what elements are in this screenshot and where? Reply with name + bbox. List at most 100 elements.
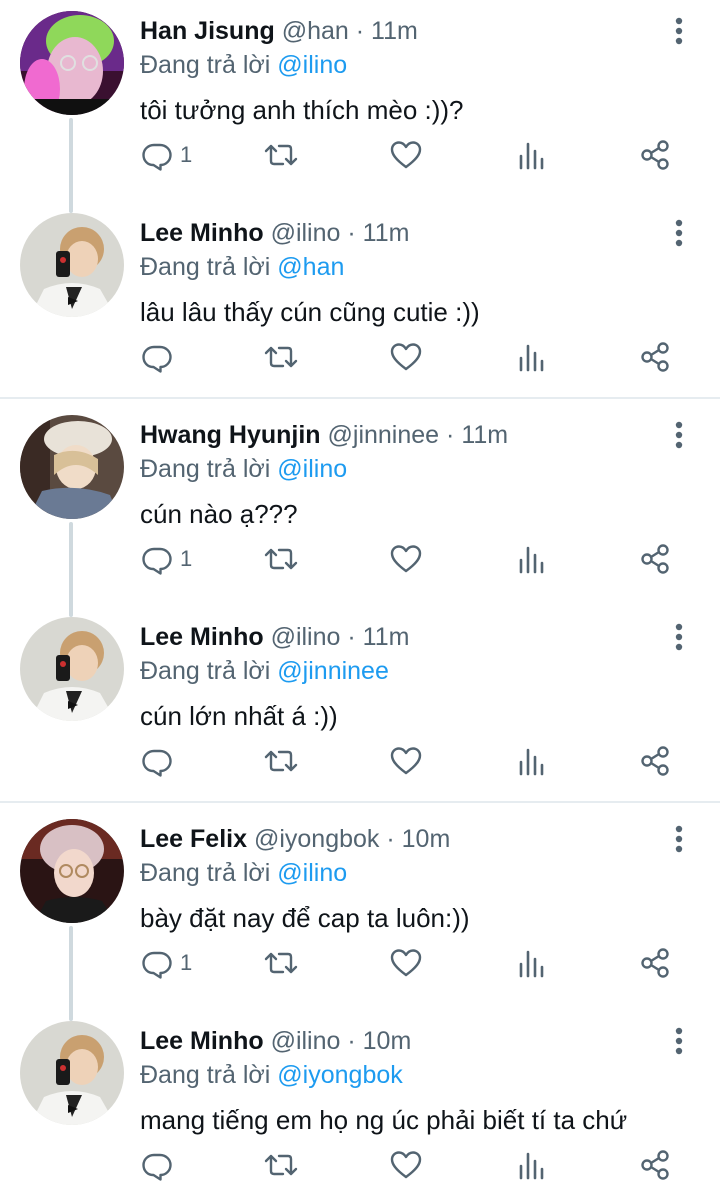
reply-icon: [140, 1148, 174, 1182]
timestamp[interactable]: 10m: [363, 1027, 412, 1055]
avatar[interactable]: [20, 819, 124, 923]
mention-link[interactable]: @han: [277, 253, 344, 281]
timestamp[interactable]: 11m: [371, 17, 418, 45]
replying-to-label: Đang trả lời: [140, 859, 271, 887]
reply-button[interactable]: 1: [140, 940, 192, 986]
retweet-icon: [264, 340, 298, 374]
like-button[interactable]: [389, 738, 423, 784]
share-button[interactable]: [638, 738, 672, 784]
more-vertical-icon[interactable]: [662, 418, 696, 452]
views-button[interactable]: [515, 334, 549, 380]
views-icon: [515, 744, 549, 778]
share-button[interactable]: [638, 1142, 672, 1188]
replying-to-label: Đang trả lời: [140, 455, 271, 483]
views-icon: [515, 138, 549, 172]
more-vertical-icon[interactable]: [662, 216, 696, 250]
avatar[interactable]: [20, 1021, 124, 1125]
retweet-button[interactable]: [264, 334, 298, 380]
share-button[interactable]: [638, 536, 672, 582]
reply-button[interactable]: 1: [140, 536, 192, 582]
handle[interactable]: @iyongbok: [254, 825, 379, 853]
avatar[interactable]: [20, 213, 124, 317]
reply-tweet[interactable]: Han Jisung @han · 11m Đang trả lời @ilin…: [0, 0, 720, 213]
reply-count: 1: [180, 142, 193, 167]
retweet-button[interactable]: [264, 1142, 298, 1188]
thread-divider: [0, 801, 720, 803]
tweet-text: lâu lâu thấy cún cũng cutie :)): [140, 297, 480, 327]
retweet-button[interactable]: [264, 940, 298, 986]
retweet-icon: [264, 1148, 298, 1182]
display-name[interactable]: Lee Minho: [140, 219, 264, 247]
mention-link[interactable]: @ilino: [277, 51, 347, 79]
views-icon: [515, 542, 549, 576]
replying-to-label: Đang trả lời: [140, 1061, 271, 1089]
like-button[interactable]: [389, 1142, 423, 1188]
action-bar: [0, 334, 720, 380]
views-button[interactable]: [515, 940, 549, 986]
reply-icon: [140, 340, 174, 374]
display-name[interactable]: Lee Felix: [140, 825, 247, 853]
avatar[interactable]: [20, 415, 124, 519]
avatar[interactable]: [20, 11, 124, 115]
timestamp[interactable]: 11m: [363, 623, 410, 651]
display-name[interactable]: Han Jisung: [140, 17, 275, 45]
share-button[interactable]: [638, 132, 672, 178]
thread-divider: [0, 397, 720, 399]
handle[interactable]: @han: [282, 17, 349, 45]
like-button[interactable]: [389, 334, 423, 380]
mention-link[interactable]: @iyongbok: [277, 1061, 402, 1089]
handle[interactable]: @ilino: [271, 219, 341, 247]
display-name[interactable]: Lee Minho: [140, 623, 264, 651]
handle[interactable]: @ilino: [271, 623, 341, 651]
mention-link[interactable]: @ilino: [277, 455, 347, 483]
more-vertical-icon[interactable]: [662, 620, 696, 654]
tweet-header: Han Jisung @han · 11m: [140, 14, 418, 48]
views-button[interactable]: [515, 536, 549, 582]
separator-dot: ·: [347, 1027, 356, 1055]
like-button[interactable]: [389, 132, 423, 178]
action-bar: 1: [0, 940, 720, 986]
timestamp[interactable]: 10m: [402, 825, 451, 853]
views-button[interactable]: [515, 1142, 549, 1188]
share-button[interactable]: [638, 940, 672, 986]
retweet-icon: [264, 946, 298, 980]
heart-icon: [389, 542, 423, 576]
reply-button[interactable]: [140, 334, 180, 380]
heart-icon: [389, 340, 423, 374]
retweet-button[interactable]: [264, 132, 298, 178]
reply-tweet[interactable]: Lee Minho @ilino · 10m Đang trả lời @iyo…: [0, 1010, 720, 1200]
more-vertical-icon[interactable]: [662, 14, 696, 48]
reply-tweet[interactable]: Hwang Hyunjin @jinninee · 11m Đang trả l…: [0, 404, 720, 617]
share-button[interactable]: [638, 334, 672, 380]
timestamp[interactable]: 11m: [461, 421, 508, 449]
reply-button[interactable]: [140, 738, 180, 784]
views-button[interactable]: [515, 738, 549, 784]
retweet-button[interactable]: [264, 536, 298, 582]
timestamp[interactable]: 11m: [363, 219, 410, 247]
share-icon: [638, 1148, 672, 1182]
more-vertical-icon[interactable]: [662, 822, 696, 856]
retweet-icon: [264, 744, 298, 778]
like-button[interactable]: [389, 940, 423, 986]
reply-tweet[interactable]: Lee Minho @ilino · 11m Đang trả lời @han…: [0, 202, 720, 404]
retweet-button[interactable]: [264, 738, 298, 784]
tweet-header: Lee Minho @ilino · 11m: [140, 620, 409, 654]
mention-link[interactable]: @ilino: [277, 859, 347, 887]
handle[interactable]: @jinninee: [328, 421, 440, 449]
reply-icon: [140, 138, 174, 172]
avatar[interactable]: [20, 617, 124, 721]
reply-button[interactable]: 1: [140, 132, 192, 178]
replying-to: Đang trả lời @jinninee: [140, 654, 389, 688]
like-button[interactable]: [389, 536, 423, 582]
display-name[interactable]: Hwang Hyunjin: [140, 421, 321, 449]
reply-tweet[interactable]: Lee Felix @iyongbok · 10m Đang trả lời @…: [0, 808, 720, 1021]
views-button[interactable]: [515, 132, 549, 178]
display-name[interactable]: Lee Minho: [140, 1027, 264, 1055]
handle[interactable]: @ilino: [271, 1027, 341, 1055]
reply-count: 1: [180, 546, 193, 571]
more-vertical-icon[interactable]: [662, 1024, 696, 1058]
replying-to-label: Đang trả lời: [140, 657, 271, 685]
reply-button[interactable]: [140, 1142, 180, 1188]
reply-tweet[interactable]: Lee Minho @ilino · 11m Đang trả lời @jin…: [0, 606, 720, 808]
mention-link[interactable]: @jinninee: [277, 657, 389, 685]
